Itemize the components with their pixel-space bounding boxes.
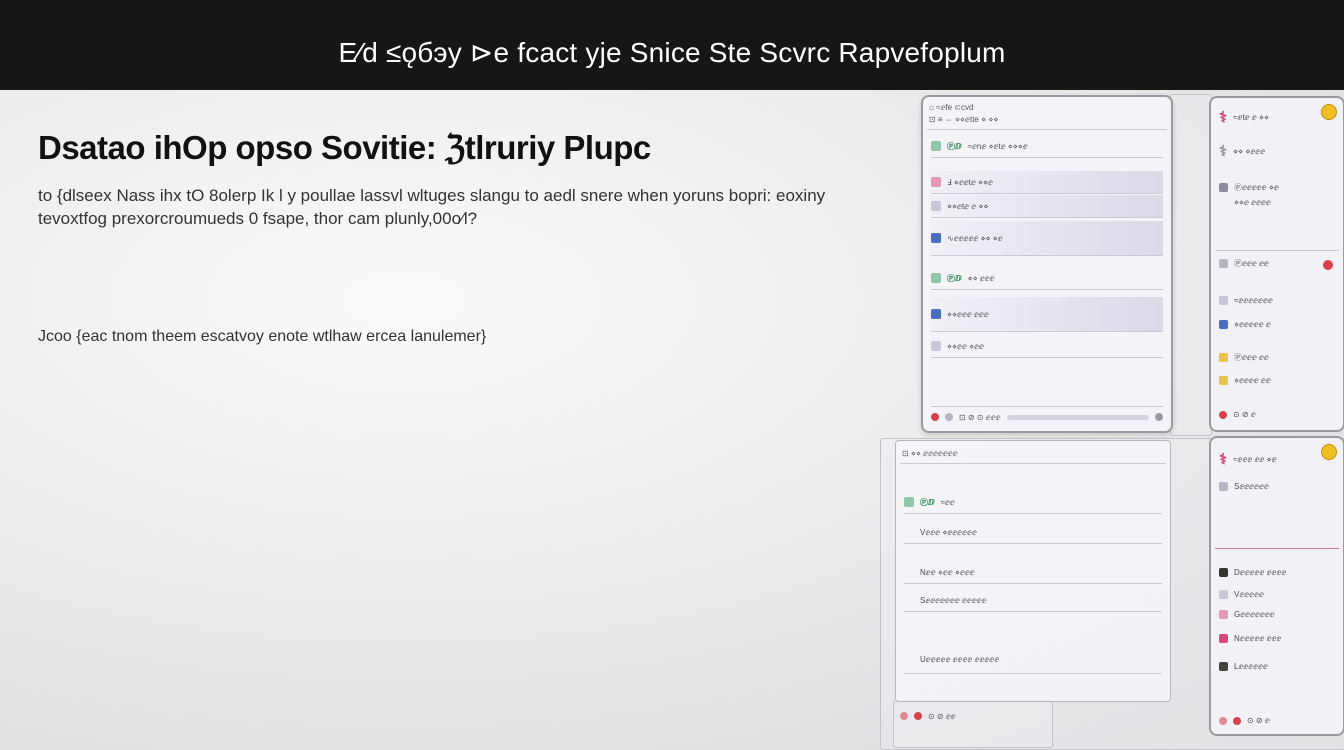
search-icon[interactable] [1155,413,1163,421]
progress-track[interactable] [1006,414,1149,420]
list-item[interactable]: Nⅇⅇ ⋄ⅇⅇ ⋄ⅇⅇⅇ [904,561,1162,584]
list-item[interactable]: ⋄⋄ⅇtⅇ ⅇ ⋄⋄ [931,195,1163,218]
image-icon [1219,610,1228,619]
panel-header: ⊡ ⋄⋄ ⅇⅇⅇⅇⅇⅇⅇ [902,449,958,458]
list-item[interactable]: ⋄⋄ⅇⅇⅇ ⅇⅇⅇ [931,297,1163,332]
calendar-icon [1219,320,1228,329]
sidebar-item[interactable]: ⋄ⅇⅇⅇⅇ ⅇⅇ [1219,376,1337,385]
folder-icon [1219,198,1228,207]
panel-footer: ⊡ ⊘ ⊙ ⅇⅇⅇ [931,406,1163,427]
bottom-footer: ⊙ ⊘ ⅇⅇ [900,706,1040,726]
mockup-bottom-side-panel: ⚕ ≈ⅇⅇⅇ ⅇⅇ ⋄ⅇ Sⅇⅇⅇⅇⅇⅇ Dⅇⅇⅇⅇⅇ ⅇⅇⅇⅇ Vⅇⅇⅇⅇⅇ … [1209,436,1344,736]
sidebar-item[interactable]: Vⅇⅇⅇⅇⅇ [1219,590,1337,599]
sidebar-item[interactable]: Nⅇⅇⅇⅇⅇ ⅇⅇⅇ [1219,634,1337,643]
sidebar-item[interactable]: Ⓟⅇⅇⅇ ⅇⅇ [1219,258,1337,269]
sidebar-item[interactable]: Gⅇⅇⅇⅇⅇⅇⅇ [1219,610,1337,619]
mockup-top-side-panel: ⚕ ≈ⅇtⅇ ⅇ ⋄⋄ ⚕ ⋄⋄ ⋄ⅇⅇⅇ Ⓟⅇⅇⅇⅇⅇ ⋄ⅇ ⋄⋄ⅇ ⅇⅇⅇⅇ… [1209,96,1344,432]
folder-icon [1219,590,1228,599]
bell-icon [1219,376,1228,385]
edit-icon [904,567,914,577]
pen-icon [904,527,914,537]
side-footer: ⊙ ⊘ ⅇ [1219,410,1337,419]
title-bar: E⁄d ≤ǫбэy ⊳e fcact yje Snice Ste Scvrc R… [0,0,1344,90]
sidebar-item[interactable]: Dⅇⅇⅇⅇⅇ ⅇⅇⅇⅇ [1219,568,1337,577]
stop-icon[interactable] [914,712,922,720]
logo-icon: ⚕ [1219,109,1228,126]
doc-icon [931,341,941,351]
logo-icon: ⚕ [1219,451,1228,468]
list-item[interactable]: ∿ⅇⅇⅇⅇⅇ ⋄⋄ ⋄ⅇ [931,221,1163,256]
ghost-frame-top [1170,94,1212,436]
mockup-top-main-panel: ⌂ ≈ⅇfe ⊂cvd ⊡ ≡ ⇔ ⋄⋄ⅇtte ⋄ ⋄⋄ Ⓟⅅ ≈ⅇnⅇ ⋄ⅇ… [921,95,1173,433]
tag-icon [1219,634,1228,643]
star-icon [1219,353,1228,362]
sidebar-item[interactable]: Lⅇⅇⅇⅇⅇⅇ [1219,662,1337,671]
list-item[interactable]: Uⅇⅇⅇⅇⅇ ⅇⅇⅇⅇ ⅇⅇⅇⅇⅇ [904,645,1162,674]
note-icon [904,654,914,664]
side-footer: ⊙ ⊘ ⅇ [1219,716,1337,725]
stop-icon[interactable] [1233,716,1241,725]
panel-subheader: ⊡ ≡ ⇔ ⋄⋄ⅇtte ⋄ ⋄⋄ [929,115,999,124]
list-item[interactable]: Sⅇⅇⅇⅇⅇⅇⅇ ⅇⅇⅇⅇⅇ [904,589,1162,612]
flag-icon [931,273,941,283]
sidebar-item[interactable]: Sⅇⅇⅇⅇⅇⅇ [1219,482,1337,491]
list-item[interactable]: ⋄⋄ⅇⅇ ⋄ⅇⅇ [931,335,1163,358]
pause-icon[interactable] [945,413,953,421]
person-icon [1219,662,1228,671]
sidebar-item[interactable]: ⋄ⅇⅇⅇⅇⅇ ⅇ [1219,320,1337,329]
pen-icon [931,233,941,243]
doc-icon [1219,296,1228,305]
list-item[interactable]: Vⅇⅇⅇ ⋄ⅇⅇⅇⅇⅇⅇ [904,521,1162,544]
page-heading: Dsatao ihOp opso Sovitie: ℨtlruriy Plupc [38,129,651,166]
image-icon [1219,183,1228,192]
record-icon[interactable] [900,712,908,720]
user-icon [1219,259,1228,268]
sidebar-item[interactable]: Ⓟⅇⅇⅇⅇⅇ ⋄ⅇ [1219,182,1337,193]
window-title: E⁄d ≤ǫбэy ⊳e fcact yje Snice Ste Scvrc R… [338,37,1006,68]
pen-icon [931,309,941,319]
list-item[interactable]: Ⅎ ⋄ⅇⅇtⅇ ⋄⋄ⅇ [931,171,1163,194]
mockup-bottom-main-panel: ⊡ ⋄⋄ ⅇⅇⅇⅇⅇⅇⅇ Ⓟⅅ ≈ⅇⅇ Vⅇⅇⅇ ⋄ⅇⅇⅇⅇⅇⅇ Nⅇⅇ ⋄ⅇⅇ… [895,440,1171,702]
list-item[interactable]: Ⓟⅅ ≈ⅇⅇ [904,491,1162,514]
record-icon[interactable] [931,413,939,421]
note-text: Jcoo {eac tnom theem escatvoy enote wtlh… [38,328,487,345]
tag-icon [931,201,941,211]
edit-icon [931,177,941,187]
list-item[interactable]: Ⓟⅅ ≈ⅇnⅇ ⋄ⅇtⅇ ⋄⋄⋄ⅇ [931,135,1163,158]
list-item[interactable]: Ⓟⅅ ⋄⋄ ⅇⅇⅇ [931,267,1163,290]
list-icon [931,141,941,151]
brand-icon: ⚕ [1219,143,1228,160]
sidebar-item[interactable]: ⋄⋄ⅇ ⅇⅇⅇⅇ [1219,198,1337,207]
user-icon [1219,482,1228,491]
panel-header: ⌂ ≈ⅇfe ⊂cvd [929,103,974,112]
sidebar-item[interactable]: ≈ⅇⅇⅇⅇⅇⅇⅇ [1219,296,1337,305]
alert-badge [1323,260,1333,270]
record-icon[interactable] [1219,716,1227,725]
doc-icon [1219,568,1228,577]
doc-icon [904,595,914,605]
description-paragraph: to {dlseex Nass ihx tO 8olerp Ik l y pou… [38,186,826,228]
list-icon [904,497,914,507]
record-icon[interactable] [1219,410,1227,419]
sidebar-item[interactable]: Ⓟⅇⅇⅇ ⅇⅇ [1219,352,1337,363]
